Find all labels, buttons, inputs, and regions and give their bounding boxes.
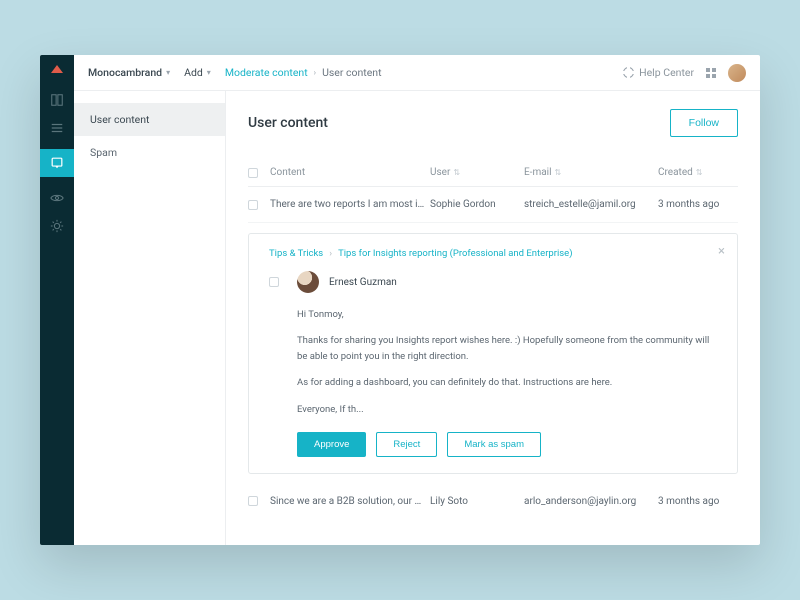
row-created: 3 months ago xyxy=(658,199,738,210)
card-actions: Approve Reject Mark as spam xyxy=(269,432,717,457)
post-line: Everyone, If th... xyxy=(297,402,717,418)
sort-icon: ⇅ xyxy=(453,168,460,177)
add-menu[interactable]: Add ▾ xyxy=(184,66,211,79)
row-content: There are two reports I am most interes.… xyxy=(270,199,426,210)
help-center-link[interactable]: Help Center xyxy=(623,66,694,79)
nav-rail xyxy=(40,55,74,545)
reject-button[interactable]: Reject xyxy=(376,432,437,457)
author-avatar xyxy=(297,271,319,293)
post-line: Thanks for sharing you Insights report w… xyxy=(297,333,717,365)
help-label: Help Center xyxy=(639,66,694,79)
follow-button[interactable]: Follow xyxy=(670,109,738,137)
row-checkbox[interactable] xyxy=(248,200,258,210)
brand-switcher[interactable]: Monocambrand ▾ xyxy=(88,66,170,79)
rail-item-1[interactable] xyxy=(50,93,64,107)
sidepanel-user-content[interactable]: User content xyxy=(74,103,225,136)
table-row[interactable]: There are two reports I am most interes.… xyxy=(248,187,738,223)
author-row: Ernest Guzman xyxy=(269,271,717,293)
table-row[interactable]: Since we are a B2B solution, our custom.… xyxy=(248,484,738,519)
approve-button[interactable]: Approve xyxy=(297,432,366,457)
rail-item-eye[interactable] xyxy=(50,191,64,205)
row-created: 3 months ago xyxy=(658,496,738,507)
add-label: Add xyxy=(184,66,203,79)
side-panel: User content Spam xyxy=(74,91,226,545)
row-content: Since we are a B2B solution, our custom.… xyxy=(270,496,426,507)
row-checkbox[interactable] xyxy=(248,496,258,506)
content-area: User content Follow Content User⇅ E-mail… xyxy=(226,91,760,545)
col-user[interactable]: User⇅ xyxy=(430,167,520,178)
sort-icon: ⇅ xyxy=(696,168,703,177)
topbar: Monocambrand ▾ Add ▾ Moderate content › … xyxy=(74,55,760,91)
post-body: Hi Tonmoy, Thanks for sharing you Insigh… xyxy=(269,307,717,418)
chevron-down-icon: ▾ xyxy=(207,68,211,77)
close-icon[interactable]: × xyxy=(718,244,725,259)
col-email[interactable]: E-mail⇅ xyxy=(524,167,654,178)
main-area: Monocambrand ▾ Add ▾ Moderate content › … xyxy=(74,55,760,545)
page-title: User content xyxy=(248,115,328,131)
card-breadcrumb: Tips & Tricks › Tips for Insights report… xyxy=(269,248,717,259)
content-header: User content Follow xyxy=(248,109,738,137)
post-line: Hi Tonmoy, xyxy=(297,307,717,323)
sidebar-item-label: Spam xyxy=(90,146,117,159)
rail-item-settings[interactable] xyxy=(50,219,64,233)
expanded-post-card: × Tips & Tricks › Tips for Insights repo… xyxy=(248,233,738,474)
select-all-checkbox[interactable] xyxy=(248,168,258,178)
row-user: Lily Soto xyxy=(430,496,520,507)
rail-item-2[interactable] xyxy=(50,121,64,135)
lifering-icon xyxy=(623,67,634,78)
card-checkbox[interactable] xyxy=(269,277,279,287)
breadcrumb: Moderate content › User content xyxy=(225,66,382,79)
app-window: Monocambrand ▾ Add ▾ Moderate content › … xyxy=(40,55,760,545)
brand-label: Monocambrand xyxy=(88,66,162,79)
body: User content Spam User content Follow Co… xyxy=(74,91,760,545)
crumb-current: User content xyxy=(322,66,381,79)
row-email: streich_estelle@jamil.org xyxy=(524,199,654,210)
sidepanel-spam[interactable]: Spam xyxy=(74,136,225,169)
chevron-right-icon: › xyxy=(329,248,332,259)
sidebar-item-label: User content xyxy=(90,113,149,126)
col-created[interactable]: Created⇅ xyxy=(658,167,738,178)
post-line: As for adding a dashboard, you can defin… xyxy=(297,375,717,391)
table-header: Content User⇅ E-mail⇅ Created⇅ xyxy=(248,159,738,187)
chevron-down-icon: ▾ xyxy=(166,68,170,77)
rail-item-moderate[interactable] xyxy=(40,149,74,177)
sort-icon: ⇅ xyxy=(555,168,562,177)
crumb-moderate[interactable]: Moderate content xyxy=(225,66,308,79)
chevron-right-icon: › xyxy=(314,68,316,77)
col-content: Content xyxy=(270,167,426,178)
author-name: Ernest Guzman xyxy=(329,277,397,288)
user-avatar[interactable] xyxy=(728,64,746,82)
card-crumb-category[interactable]: Tips & Tricks xyxy=(269,248,323,259)
apps-grid-icon[interactable] xyxy=(706,68,716,78)
row-email: arlo_anderson@jaylin.org xyxy=(524,496,654,507)
row-user: Sophie Gordon xyxy=(430,199,520,210)
logo-icon xyxy=(51,65,63,73)
mark-spam-button[interactable]: Mark as spam xyxy=(447,432,541,457)
card-crumb-title[interactable]: Tips for Insights reporting (Professiona… xyxy=(338,248,572,259)
